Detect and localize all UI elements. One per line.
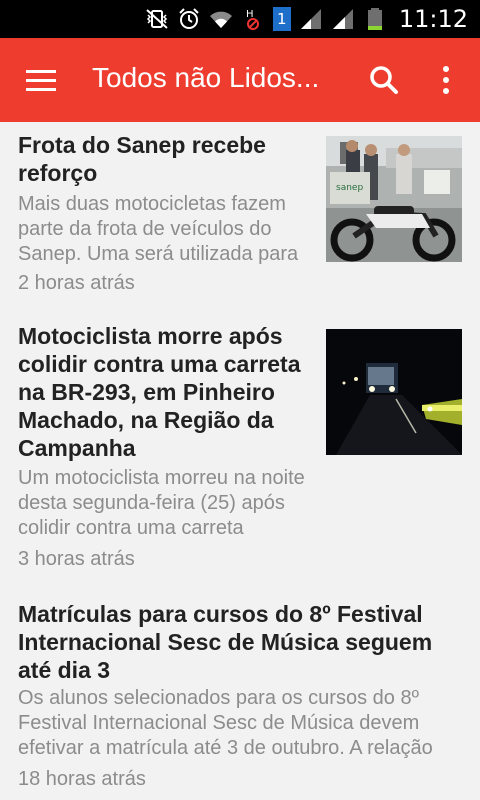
signal-icon — [332, 9, 353, 29]
article-title: Frota do Sanep recebe reforço — [18, 132, 266, 186]
article-title: Motociclista morre após colidir contra u… — [18, 323, 301, 461]
article-summary: Mais duas motocicletas fazem parte da fr… — [18, 193, 299, 265]
article-item[interactable]: Motociclista morre após colidir contra u… — [0, 312, 480, 582]
page-title: Todos não Lidos... — [92, 62, 320, 93]
signal-icon — [300, 9, 321, 29]
status-icons: H 1 11:12 — [145, 0, 468, 38]
more-options-icon[interactable] — [434, 64, 458, 96]
alarm-icon — [179, 8, 199, 29]
sim-icon: 1 — [272, 7, 291, 31]
article-thumbnail — [326, 329, 462, 455]
article-item[interactable]: Frota do Sanep recebe reforço Mais duas … — [0, 122, 480, 304]
article-timestamp: 3 horas atrás — [18, 548, 135, 570]
thumbnail-logo-text: sanep — [336, 183, 363, 193]
wifi-icon — [209, 11, 232, 28]
no-hspa-icon: H — [246, 9, 259, 30]
article-summary: Um motociclista morreu na noite desta se… — [18, 467, 305, 539]
article-summary: Os alunos selecionados para os cursos do… — [18, 687, 433, 759]
status-bar: H 1 11:12 — [0, 0, 480, 38]
article-item[interactable]: Matrículas para cursos do 8º Festival In… — [0, 590, 480, 800]
clock: 11:12 — [398, 5, 468, 33]
mute-vibrate-icon — [146, 9, 168, 29]
article-timestamp: 18 horas atrás — [18, 768, 146, 790]
battery-icon — [367, 8, 382, 30]
article-title: Matrículas para cursos do 8º Festival In… — [18, 601, 433, 683]
article-timestamp: 2 horas atrás — [18, 272, 135, 294]
article-thumbnail: sanep — [326, 136, 462, 262]
app-bar: Todos não Lidos... — [0, 38, 480, 122]
search-icon[interactable] — [368, 64, 400, 96]
menu-icon[interactable] — [26, 70, 56, 92]
